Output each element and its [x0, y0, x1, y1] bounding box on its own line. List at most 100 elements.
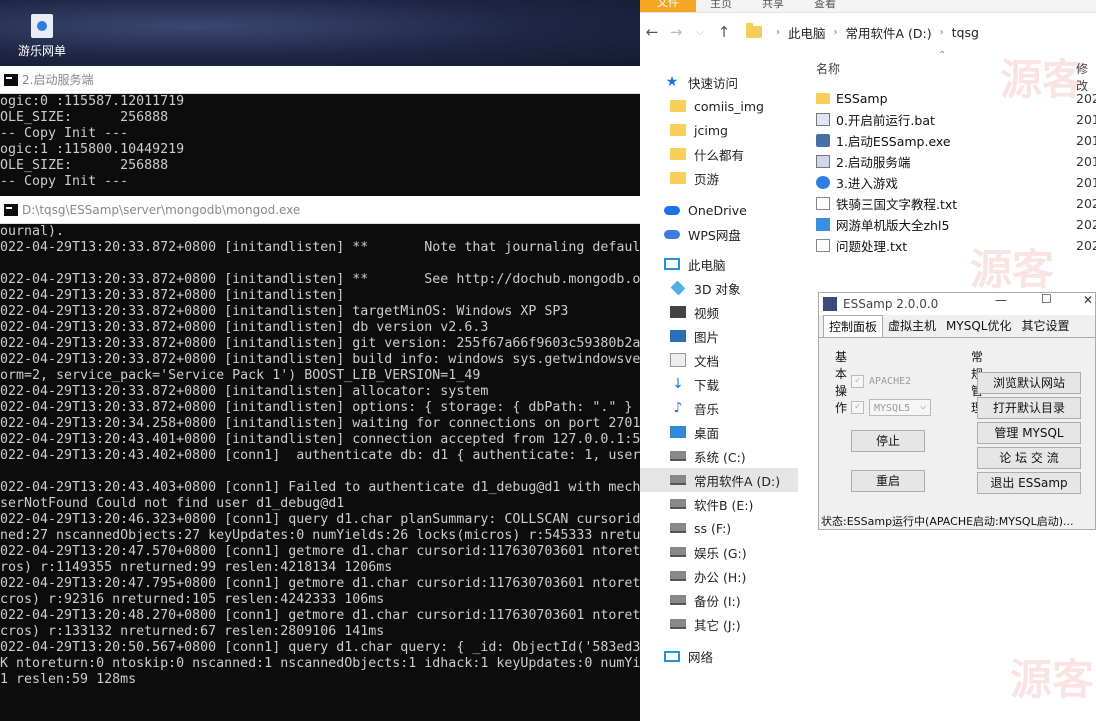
forward-icon[interactable]: →	[664, 23, 688, 41]
nav-item-label: jcimg	[694, 122, 728, 138]
nav-item[interactable]: 视频	[640, 300, 798, 324]
manage-mysql-button[interactable]: 管理 MYSQL	[977, 422, 1081, 444]
breadcrumb-item[interactable]: 此电脑	[788, 23, 826, 42]
file-name: 2.启动服务端	[836, 155, 911, 170]
nav-item[interactable]: 此电脑	[640, 252, 798, 276]
checkmark-icon: ✓	[851, 375, 864, 388]
nav-item[interactable]: 图片	[640, 324, 798, 348]
nav-item[interactable]: ↓ 下载	[640, 372, 798, 396]
download-icon: ↓	[672, 376, 684, 392]
breadcrumb[interactable]: › 此电脑 › 常用软件A (D:) › tqsg	[746, 23, 979, 42]
3d-objects-icon	[670, 280, 686, 296]
file-row[interactable]: 铁骑三国文字教程.txt 202	[816, 193, 1096, 214]
tab-other-settings[interactable]: 其它设置	[1016, 315, 1074, 337]
essamp-titlebar[interactable]: ESSamp 2.0.0.0 — ☐ ✕	[819, 292, 1095, 315]
computer-icon	[664, 258, 680, 270]
desktop-background: 游乐网单	[0, 0, 640, 66]
folder-icon	[816, 93, 830, 104]
drive-icon	[670, 595, 686, 605]
nav-item-label: 系统 (C:)	[694, 449, 746, 465]
nav-item-label: 3D 对象	[694, 281, 741, 297]
console-titlebar[interactable]: 2.启动服务端	[0, 66, 640, 94]
file-date: 202	[1076, 196, 1096, 211]
ribbon-tab-share[interactable]: 共享	[762, 0, 784, 11]
nav-item[interactable]: jcimg	[640, 118, 798, 142]
apache-checkbox: ✓ APACHE2	[851, 375, 911, 388]
drive-icon	[670, 475, 686, 485]
browse-default-site-button[interactable]: 浏览默认网站	[977, 372, 1081, 394]
nav-item[interactable]: ♪ 音乐	[640, 396, 798, 420]
folder-icon	[670, 172, 686, 184]
minimize-icon[interactable]: —	[995, 293, 1007, 307]
ribbon-tab-view[interactable]: 查看	[814, 0, 836, 11]
file-name: ESSamp	[836, 91, 888, 106]
file-date: 202	[1076, 238, 1096, 253]
nav-item[interactable]: 网络	[640, 644, 798, 668]
stop-button[interactable]: 停止	[851, 430, 925, 452]
breadcrumb-item[interactable]: 常用软件A (D:)	[846, 23, 932, 42]
nav-item[interactable]: 办公 (H:)	[640, 564, 798, 588]
exit-essamp-button[interactable]: 退出 ESSamp	[977, 472, 1081, 494]
mongod-console-window[interactable]: D:\tqsg\ESSamp\server\mongodb\mongod.exe…	[0, 196, 640, 721]
nav-item[interactable]: 什么都有	[640, 142, 798, 166]
file-row[interactable]: ESSamp 202	[816, 88, 1096, 109]
file-date: 202	[1076, 91, 1096, 106]
tab-control-panel[interactable]: 控制面板	[823, 315, 884, 337]
file-date: 202	[1076, 217, 1096, 232]
maximize-icon[interactable]: ☐	[1041, 292, 1052, 306]
nav-item[interactable]: 页游	[640, 166, 798, 190]
tab-mysql-optimize[interactable]: MYSQL优化	[941, 315, 1016, 337]
server-console-window[interactable]: 2.启动服务端 Logic:0 :115587.12011719 HOLE_SI…	[0, 66, 640, 196]
column-header-name[interactable]: 名称	[816, 62, 840, 76]
file-row[interactable]: 0.开启前运行.bat 201	[816, 109, 1096, 130]
console-title: 2.启动服务端	[22, 73, 94, 87]
nav-item[interactable]: 备份 (I:)	[640, 588, 798, 612]
nav-item[interactable]: 其它 (J:)	[640, 612, 798, 636]
nav-item[interactable]: 常用软件A (D:)	[640, 468, 798, 492]
essamp-app-icon	[823, 297, 837, 311]
status-bar: 状态:ESSamp运行中(APACHE启动:MYSQL启动)...	[821, 515, 1074, 528]
nav-item[interactable]: 系统 (C:)	[640, 444, 798, 468]
ribbon-tab-home[interactable]: 主页	[710, 0, 732, 11]
nav-item-label: ss (F:)	[694, 520, 732, 536]
nav-item[interactable]: 桌面	[640, 420, 798, 444]
nav-item[interactable]: WPS网盘	[640, 222, 798, 246]
nav-item[interactable]: 3D 对象	[640, 276, 798, 300]
ribbon-tab-file[interactable]: 文件	[640, 0, 696, 12]
nav-item[interactable]: OneDrive	[640, 198, 798, 222]
star-icon: ★	[665, 74, 679, 90]
tab-virtual-host[interactable]: 虚拟主机	[883, 315, 941, 337]
file-row[interactable]: 2.启动服务端 201	[816, 151, 1096, 172]
breadcrumb-item[interactable]: tqsg	[952, 25, 979, 40]
up-icon[interactable]: ↑	[712, 23, 736, 41]
nav-item[interactable]: 娱乐 (G:)	[640, 540, 798, 564]
drive-icon	[670, 571, 686, 581]
file-date: 201	[1076, 112, 1096, 127]
console-title: D:\tqsg\ESSamp\server\mongodb\mongod.exe	[22, 202, 301, 217]
close-icon[interactable]: ✕	[1083, 293, 1093, 307]
console-output: journal). 2022-04-29T13:20:33.872+0800 […	[0, 224, 640, 687]
back-icon[interactable]: ←	[640, 23, 664, 41]
forum-button[interactable]: 论 坛 交 流	[977, 447, 1081, 469]
desktop-shortcut[interactable]: 游乐网单	[14, 14, 70, 59]
restart-button[interactable]: 重启	[851, 470, 925, 492]
nav-item[interactable]: 文档	[640, 348, 798, 372]
console-titlebar[interactable]: D:\tqsg\ESSamp\server\mongodb\mongod.exe	[0, 196, 640, 224]
nav-item[interactable]: ss (F:)	[640, 516, 798, 540]
nav-item[interactable]: 软件B (E:)	[640, 492, 798, 516]
text-file-icon	[816, 197, 830, 210]
file-row[interactable]: 1.启动ESSamp.exe 201	[816, 130, 1096, 151]
open-default-directory-button[interactable]: 打开默认目录	[977, 397, 1081, 419]
recent-dropdown-icon[interactable]: ⌵	[688, 27, 712, 38]
nav-item[interactable]: comiis_img	[640, 94, 798, 118]
file-row[interactable]: 网游单机版大全zhl5 202	[816, 214, 1096, 235]
file-row[interactable]: 问题处理.txt 202	[816, 235, 1096, 256]
nav-item-label: 娱乐 (G:)	[694, 545, 747, 561]
essamp-title: ESSamp 2.0.0.0	[843, 297, 939, 311]
console-output: Logic:0 :115587.12011719 HOLE_SIZE: 2568…	[0, 94, 185, 189]
nav-item[interactable]: ★ 快速访问	[640, 70, 798, 94]
nav-item-label: 页游	[694, 171, 720, 187]
file-row[interactable]: 3.进入游戏 201	[816, 172, 1096, 193]
mysql-version-select: MYSQL5	[869, 398, 931, 416]
file-name: 0.开启前运行.bat	[836, 113, 935, 128]
